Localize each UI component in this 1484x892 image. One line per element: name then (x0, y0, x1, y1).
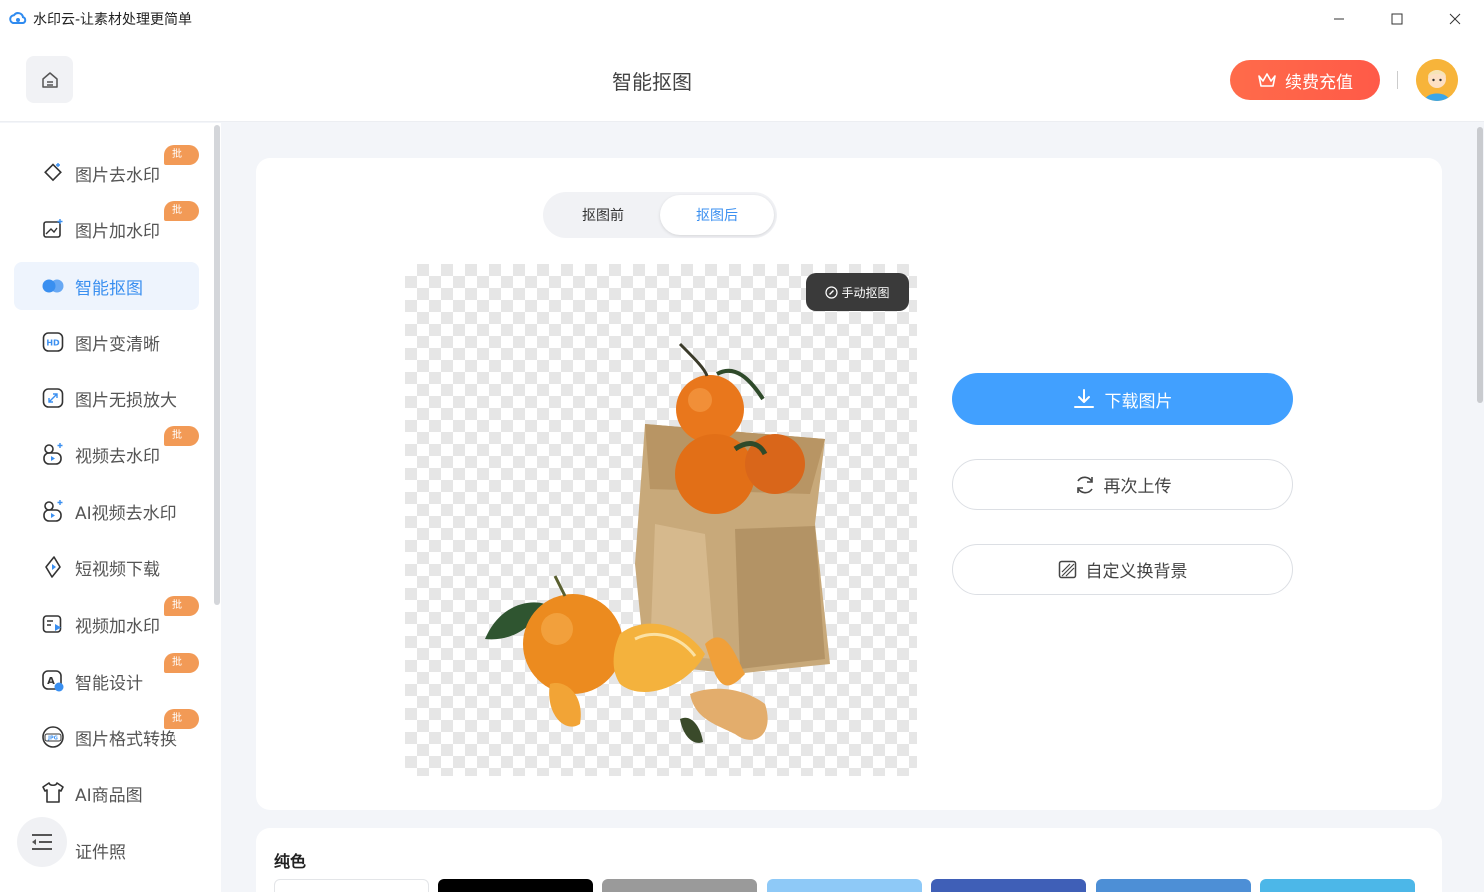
sidebar-scrollbar[interactable] (214, 125, 220, 605)
manual-cutout-button[interactable]: 手动抠图 (806, 273, 909, 311)
sidebar: 图片去水印 批量 图片加水印 批量 智能抠图 HD 图片变清晰 图片无损放大 视… (0, 123, 221, 892)
color-swatch-white[interactable] (274, 879, 429, 892)
sidebar-item-smart-design[interactable]: A 智能设计 批量 (14, 653, 199, 705)
sidebar-item-label: 视频去水印 (75, 446, 160, 467)
close-icon (1449, 13, 1461, 25)
sidebar-item-label: AI视频去水印 (75, 503, 177, 524)
collapse-menu-button[interactable] (17, 817, 67, 867)
reupload-button[interactable]: 再次上传 (952, 459, 1293, 510)
batch-badge: 批量 (164, 653, 199, 688)
sidebar-item-short-video-download[interactable]: 短视频下载 (14, 543, 199, 591)
jpg-icon: JPG (41, 725, 65, 749)
svg-text:HD: HD (46, 339, 60, 348)
color-swatch-black[interactable] (438, 879, 593, 892)
sidebar-item-label: 视频加水印 (75, 616, 160, 637)
custom-background-label: 自定义换背景 (1085, 562, 1188, 582)
tab-after[interactable]: 抠图后 (660, 195, 774, 235)
sidebar-item-label: 短视频下载 (75, 559, 160, 580)
color-swatch-gray[interactable] (602, 879, 757, 892)
download-icon (1073, 389, 1094, 408)
avatar[interactable] (1416, 59, 1458, 101)
sidebar-item-smart-cutout[interactable]: 智能抠图 (14, 262, 199, 310)
cutout-preview (405, 264, 917, 776)
maximize-icon (1391, 13, 1403, 25)
renew-button[interactable]: 续费充值 (1230, 60, 1380, 100)
window-title: 水印云-让素材处理更简单 (33, 12, 193, 28)
color-swatch-sky-blue[interactable] (1260, 879, 1415, 892)
cutout-result-image (485, 342, 830, 743)
sidebar-item-label: 图片去水印 (75, 165, 160, 186)
sidebar-item-label: AI商品图 (75, 785, 143, 806)
before-after-toggle: 抠图前 抠图后 (543, 192, 777, 238)
sidebar-item-ai-video-remove-watermark[interactable]: AI视频去水印 (14, 487, 199, 535)
batch-badge: 批量 (164, 201, 199, 236)
shirt-icon (41, 781, 65, 805)
image-add-icon (41, 217, 65, 241)
minimize-icon (1334, 18, 1344, 20)
sidebar-item-video-add-watermark[interactable]: 视频加水印 批量 (14, 596, 199, 648)
renew-label: 续费充值 (1285, 72, 1353, 93)
header: 智能抠图 续费充值 (0, 38, 1484, 122)
custom-background-button[interactable]: 自定义换背景 (952, 544, 1293, 595)
download-image-button[interactable]: 下载图片 (952, 373, 1293, 425)
batch-badge: 批量 (164, 709, 199, 744)
sidebar-item-video-remove-watermark[interactable]: 视频去水印 批量 (14, 426, 199, 478)
main-scrollbar-thumb[interactable] (1477, 127, 1483, 403)
tab-before[interactable]: 抠图前 (546, 195, 660, 235)
design-icon: A (41, 669, 65, 693)
menu-collapse-icon (32, 834, 52, 850)
sidebar-item-add-watermark[interactable]: 图片加水印 批量 (14, 201, 199, 253)
refresh-icon (1076, 476, 1093, 493)
batch-badge: 批量 (164, 426, 199, 461)
sidebar-item-upscale[interactable]: 图片无损放大 (14, 374, 199, 422)
page-title: 智能抠图 (612, 70, 692, 94)
background-color-panel: 纯色 (256, 828, 1442, 892)
user-avatar-icon (1416, 59, 1458, 101)
cloud-logo-icon (9, 12, 27, 24)
background-edit-icon (1058, 560, 1076, 578)
sidebar-item-label: 智能抠图 (75, 278, 143, 299)
batch-badge: 批量 (164, 145, 199, 180)
svg-text:A: A (47, 676, 55, 687)
eraser-icon (41, 161, 65, 185)
video-remove-icon (41, 442, 65, 466)
color-swatch-dark-blue[interactable] (931, 879, 1086, 892)
main-scrollbar[interactable] (1476, 123, 1484, 892)
sidebar-item-label: 图片加水印 (75, 221, 160, 242)
sidebar-item-label: 智能设计 (75, 673, 143, 694)
sidebar-item-ai-product[interactable]: AI商品图 (14, 769, 199, 817)
cutout-icon (41, 274, 65, 298)
solid-color-title: 纯色 (274, 852, 307, 871)
sidebar-item-format-convert[interactable]: JPG 图片格式转换 批量 (14, 709, 199, 761)
sidebar-item-remove-watermark[interactable]: 图片去水印 批量 (14, 145, 199, 197)
sidebar-item-label: 图片变清晰 (75, 334, 160, 355)
svg-text:JPG: JPG (47, 736, 58, 742)
expand-icon (41, 386, 65, 410)
video-add-icon (41, 612, 65, 636)
ai-video-icon (41, 499, 65, 523)
minimize-button[interactable] (1310, 0, 1368, 38)
sidebar-item-label: 图片格式转换 (75, 729, 177, 750)
maximize-button[interactable] (1368, 0, 1426, 38)
color-swatch-light-blue[interactable] (767, 879, 922, 892)
hd-icon: HD (41, 330, 65, 354)
batch-badge: 批量 (164, 596, 199, 631)
close-button[interactable] (1426, 0, 1484, 38)
reupload-label: 再次上传 (1103, 477, 1172, 497)
download-video-icon (41, 555, 65, 579)
header-divider (1397, 71, 1398, 89)
title-bar: 水印云-让素材处理更简单 (0, 0, 1484, 38)
crown-icon (1258, 73, 1276, 87)
download-label: 下载图片 (1104, 391, 1173, 412)
sidebar-item-label: 图片无损放大 (75, 390, 177, 411)
sidebar-item-label: 证件照 (75, 842, 126, 863)
sidebar-item-enhance[interactable]: HD 图片变清晰 (14, 318, 199, 366)
manual-edit-icon (825, 285, 839, 299)
manual-cutout-label: 手动抠图 (841, 285, 890, 300)
color-swatch-blue[interactable] (1096, 879, 1251, 892)
